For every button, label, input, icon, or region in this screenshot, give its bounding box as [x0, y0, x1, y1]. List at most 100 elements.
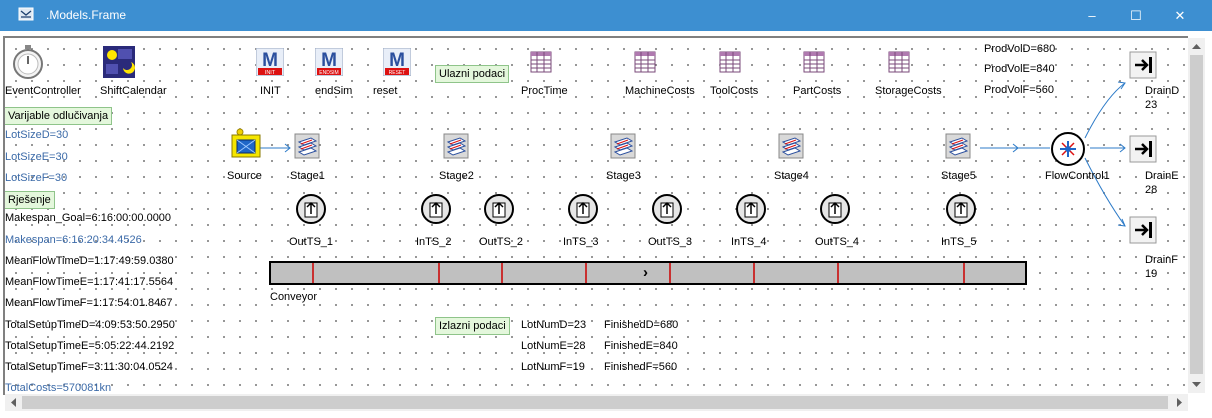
buffer-outts1-icon[interactable]	[295, 193, 327, 225]
prodvol-e[interactable]: ProdVolE=840	[984, 62, 1055, 76]
rjesenje-comment[interactable]: Rješenje	[5, 191, 55, 209]
stage5-label: Stage5	[941, 170, 976, 182]
stage1-station-icon[interactable]	[294, 133, 320, 159]
frame-app-icon	[18, 7, 34, 21]
finished-e[interactable]: FinishedE=840	[604, 339, 678, 353]
flowcontrol-icon[interactable]	[1050, 131, 1086, 167]
horizontal-scrollbar[interactable]	[5, 394, 1188, 411]
makespan[interactable]: Makespan=6:16:20:34.4526	[5, 233, 142, 247]
buffer-ints4-icon[interactable]	[735, 193, 767, 225]
horizontal-scroll-thumb[interactable]	[22, 396, 1168, 409]
reset-label: reset	[373, 85, 398, 97]
lotsize-e[interactable]: LotSizeE=30	[5, 150, 68, 164]
svg-text:M: M	[262, 50, 278, 71]
lotnum-e[interactable]: LotNumE=28	[521, 339, 586, 353]
drain-e-icon[interactable]	[1129, 135, 1157, 163]
stage5-station-icon[interactable]	[945, 133, 971, 159]
stage4-label: Stage4	[774, 170, 809, 182]
window-titlebar: .Models.Frame – ☐ ✕	[0, 0, 1212, 31]
drain-d-icon[interactable]	[1129, 51, 1157, 79]
buffer-outts2-icon[interactable]	[483, 193, 515, 225]
storagecosts-table-icon[interactable]	[888, 51, 910, 73]
lotsize-d[interactable]: LotSizeD=30	[5, 128, 68, 142]
vertical-scrollbar[interactable]	[1188, 38, 1205, 393]
buffer-ints5-label: InTS_5	[941, 236, 977, 248]
buffer-outts1-label: OutTS_1	[289, 236, 334, 248]
machinecosts-table-icon[interactable]	[634, 51, 656, 73]
meanflowtime-e[interactable]: MeanFlowTimeE=1:17:41:17.5564	[5, 275, 173, 289]
flowcontrol-label: FlowControl1	[1045, 170, 1110, 182]
meanflowtime-f[interactable]: MeanFlowTimeF=1:17:54:01.8467	[5, 296, 172, 310]
makespan-goal[interactable]: Makespan_Goal=6:16:00:00.0000	[5, 211, 171, 225]
scroll-down-icon[interactable]	[1188, 376, 1205, 393]
conveyor-track[interactable]: ›	[269, 261, 1027, 285]
stage4-station-icon[interactable]	[778, 133, 804, 159]
drain-d-count: 23	[1145, 99, 1158, 111]
drain-f-count: 19	[1145, 268, 1158, 280]
stage3-label: Stage3	[606, 170, 641, 182]
toolcosts-table-icon[interactable]	[719, 51, 741, 73]
window-title: .Models.Frame	[46, 8, 127, 22]
buffer-ints5-icon[interactable]	[945, 193, 977, 225]
buffer-ints3-label: InTS_3	[563, 236, 599, 248]
buffer-outts3-label: OutTS_3	[648, 236, 693, 248]
close-button[interactable]: ✕	[1160, 4, 1200, 28]
init-label: INIT	[260, 85, 281, 97]
source-label: Source	[227, 170, 262, 182]
scroll-left-icon[interactable]	[5, 394, 22, 411]
buffer-ints2-icon[interactable]	[420, 193, 452, 225]
drain-e-label: DrainE	[1145, 170, 1179, 182]
endsim-badge-text: ENDSIM	[319, 70, 338, 76]
conveyor-direction-icon: ›	[643, 264, 648, 281]
stage1-label: Stage1	[290, 170, 325, 182]
finished-f[interactable]: FinishedF=560	[604, 360, 677, 374]
totalsetuptime-f[interactable]: TotalSetupTimeF=3:11:30:04.0524	[5, 360, 173, 374]
buffer-ints3-icon[interactable]	[567, 193, 599, 225]
minimize-button[interactable]: –	[1072, 4, 1112, 28]
shiftcalendar-label: ShiftCalendar	[100, 85, 167, 97]
drain-f-icon[interactable]	[1129, 216, 1157, 244]
source-icon[interactable]	[231, 128, 261, 158]
drain-d-label: DrainD	[1145, 85, 1180, 97]
buffer-outts4-icon[interactable]	[819, 193, 851, 225]
conveyor-markers	[312, 263, 965, 283]
shift-calendar-icon[interactable]	[103, 46, 135, 78]
partcosts-table-icon[interactable]	[803, 51, 825, 73]
init-method-icon[interactable]: M INIT	[256, 48, 284, 76]
model-canvas[interactable]: EventController ShiftCalendar M INIT INI…	[5, 38, 1185, 393]
prodvol-d[interactable]: ProdVolD=680	[984, 42, 1055, 56]
lotnum-f[interactable]: LotNumF=19	[521, 360, 585, 374]
toolcosts-label: ToolCosts	[710, 85, 759, 97]
izlazni-podaci-comment[interactable]: Izlazni podaci	[435, 317, 510, 335]
maximize-button[interactable]: ☐	[1116, 4, 1156, 28]
proctime-table-icon[interactable]	[530, 51, 552, 73]
totalcosts[interactable]: TotalCosts=570081kn	[5, 381, 111, 393]
lotsize-f[interactable]: LotSizeF=30	[5, 171, 67, 185]
buffer-ints4-label: InTS_4	[731, 236, 767, 248]
proctime-label: ProcTime	[521, 85, 568, 97]
reset-badge-text: RESET	[389, 70, 406, 76]
totalsetuptime-e[interactable]: TotalSetupTimeE=5:05:22:44.2192	[5, 339, 174, 353]
buffer-outts2-label: OutTS_2	[479, 236, 524, 248]
totalsetuptime-d[interactable]: TotalSetupTimeD=4:09:53:50.2950	[5, 318, 175, 332]
scroll-up-icon[interactable]	[1188, 38, 1205, 55]
prodvol-f[interactable]: ProdVolF=560	[984, 83, 1054, 97]
endsim-method-icon[interactable]: M ENDSIM	[315, 48, 343, 76]
stopwatch-icon[interactable]	[11, 44, 45, 80]
lotnum-d[interactable]: LotNumD=23	[521, 318, 586, 332]
scroll-right-icon[interactable]	[1171, 394, 1188, 411]
drain-f-label: DrainF	[1145, 254, 1179, 266]
stage2-station-icon[interactable]	[443, 133, 469, 159]
init-badge-text: INIT	[265, 70, 276, 76]
ulazni-podaci-comment[interactable]: Ulazni podaci	[435, 65, 510, 83]
finished-d[interactable]: FinishedD=680	[604, 318, 678, 332]
reset-method-icon[interactable]: M RESET	[383, 48, 411, 76]
vertical-scroll-thumb[interactable]	[1190, 55, 1203, 374]
buffer-outts3-icon[interactable]	[651, 193, 683, 225]
stage3-station-icon[interactable]	[610, 133, 636, 159]
svg-text:M: M	[389, 50, 405, 71]
varijable-comment[interactable]: Varijable odlučivanja	[5, 107, 113, 125]
meanflowtime-d[interactable]: MeanFlowTimeD=1:17:49:59.0380	[5, 254, 174, 268]
endsim-label: endSim	[315, 85, 353, 97]
buffer-outts4-label: OutTS_4	[815, 236, 860, 248]
